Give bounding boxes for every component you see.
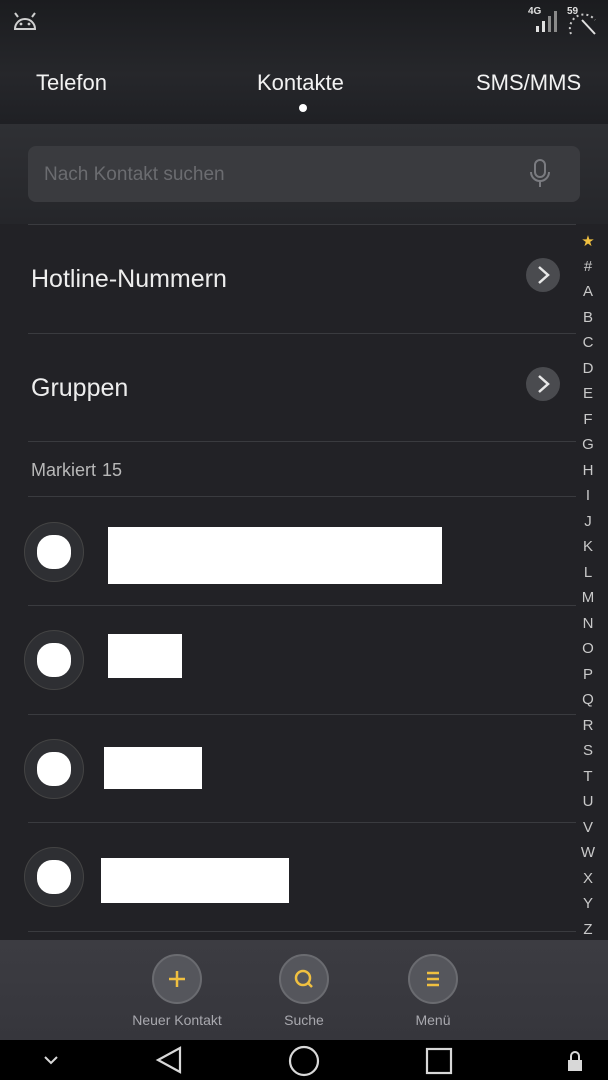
index-letter[interactable]: G: [576, 436, 600, 453]
tab-bar: Telefon Kontakte SMS/MMS: [0, 60, 608, 110]
chevron-right-icon: [538, 266, 550, 284]
divider: [28, 441, 576, 442]
index-letter[interactable]: I: [576, 487, 600, 504]
android-icon: [13, 12, 37, 30]
redacted-name: [108, 527, 442, 584]
index-letter[interactable]: N: [576, 615, 600, 632]
tab-telefon[interactable]: Telefon: [36, 70, 107, 96]
groups-row[interactable]: Gruppen: [0, 334, 576, 442]
contact-list-item[interactable]: [0, 606, 576, 714]
index-letter[interactable]: F: [576, 411, 600, 428]
index-letter[interactable]: P: [576, 666, 600, 683]
index-letter[interactable]: J: [576, 513, 600, 530]
index-letter[interactable]: H: [576, 462, 600, 479]
index-letter[interactable]: V: [576, 819, 600, 836]
redacted-name: [101, 858, 289, 903]
tab-sms-mms[interactable]: SMS/MMS: [476, 70, 581, 96]
index-letter[interactable]: Y: [576, 895, 600, 912]
lock-icon[interactable]: [566, 1050, 584, 1072]
section-header-favorites: Markiert 15: [31, 460, 122, 481]
avatar: [24, 630, 84, 690]
signal-icon: [536, 11, 557, 32]
alphabet-index[interactable]: ★ # A B C D E F G H I J K L M N O P Q R S T U V W X Y Z: [576, 232, 600, 938]
mic-icon[interactable]: [528, 158, 552, 190]
active-tab-indicator: [299, 104, 307, 112]
hotline-row[interactable]: Hotline-Nummern: [0, 225, 576, 333]
status-bar: 4G 59: [0, 0, 608, 44]
new-contact-button[interactable]: [152, 954, 202, 1004]
tab-kontakte[interactable]: Kontakte: [257, 70, 344, 96]
index-letter[interactable]: #: [576, 258, 600, 275]
index-letter[interactable]: Z: [576, 921, 600, 938]
index-letter[interactable]: S: [576, 742, 600, 759]
section-label: Markiert: [31, 460, 97, 480]
search-button[interactable]: [279, 954, 329, 1004]
chevron-right-icon: [538, 375, 550, 393]
redacted-name: [104, 747, 202, 789]
hotline-label: Hotline-Nummern: [31, 265, 227, 293]
index-letter[interactable]: M: [576, 589, 600, 606]
search-label: Suche: [284, 1012, 324, 1028]
contact-list-item[interactable]: [0, 715, 576, 823]
index-letter[interactable]: T: [576, 768, 600, 785]
recents-icon[interactable]: [424, 1046, 454, 1076]
contact-list-item[interactable]: [0, 497, 576, 605]
search-input[interactable]: [42, 146, 516, 204]
avatar: [24, 522, 84, 582]
index-letter[interactable]: E: [576, 385, 600, 402]
menu-button[interactable]: [408, 954, 458, 1004]
groups-open-button[interactable]: [526, 367, 560, 401]
index-letter[interactable]: O: [576, 640, 600, 657]
index-letter[interactable]: W: [576, 844, 600, 861]
home-icon[interactable]: [287, 1044, 321, 1078]
menu-label: Menü: [415, 1012, 451, 1028]
index-letter[interactable]: B: [576, 309, 600, 326]
redacted-name: [108, 634, 182, 678]
groups-label: Gruppen: [31, 374, 129, 402]
index-letter[interactable]: D: [576, 360, 600, 377]
system-navigation-bar: [0, 1040, 608, 1080]
contact-list-item[interactable]: [0, 823, 576, 931]
search-icon: [294, 969, 313, 988]
back-icon[interactable]: [154, 1045, 184, 1075]
new-contact-label: Neuer Kontakt: [132, 1012, 222, 1028]
bottom-action-bar: Neuer Kontakt Suche Menü: [0, 940, 608, 1040]
section-count: 15: [102, 460, 123, 480]
index-letter[interactable]: A: [576, 283, 600, 300]
index-letter[interactable]: U: [576, 793, 600, 810]
avatar: [24, 739, 84, 799]
search-bar: [28, 146, 580, 204]
menu-icon: [427, 971, 439, 987]
index-letter[interactable]: ★: [576, 232, 600, 250]
index-letter[interactable]: R: [576, 717, 600, 734]
index-letter[interactable]: K: [576, 538, 600, 555]
chevron-down-icon[interactable]: [42, 1054, 60, 1066]
index-letter[interactable]: X: [576, 870, 600, 887]
app-header: 4G 59 Telefon Kontakte SMS/MMS: [0, 0, 608, 124]
avatar: [24, 847, 84, 907]
index-letter[interactable]: L: [576, 564, 600, 581]
index-letter[interactable]: Q: [576, 691, 600, 708]
index-letter[interactable]: C: [576, 334, 600, 351]
divider: [28, 931, 576, 932]
plus-icon: [169, 971, 185, 987]
battery-icon: [568, 13, 596, 35]
hotline-open-button[interactable]: [526, 258, 560, 292]
